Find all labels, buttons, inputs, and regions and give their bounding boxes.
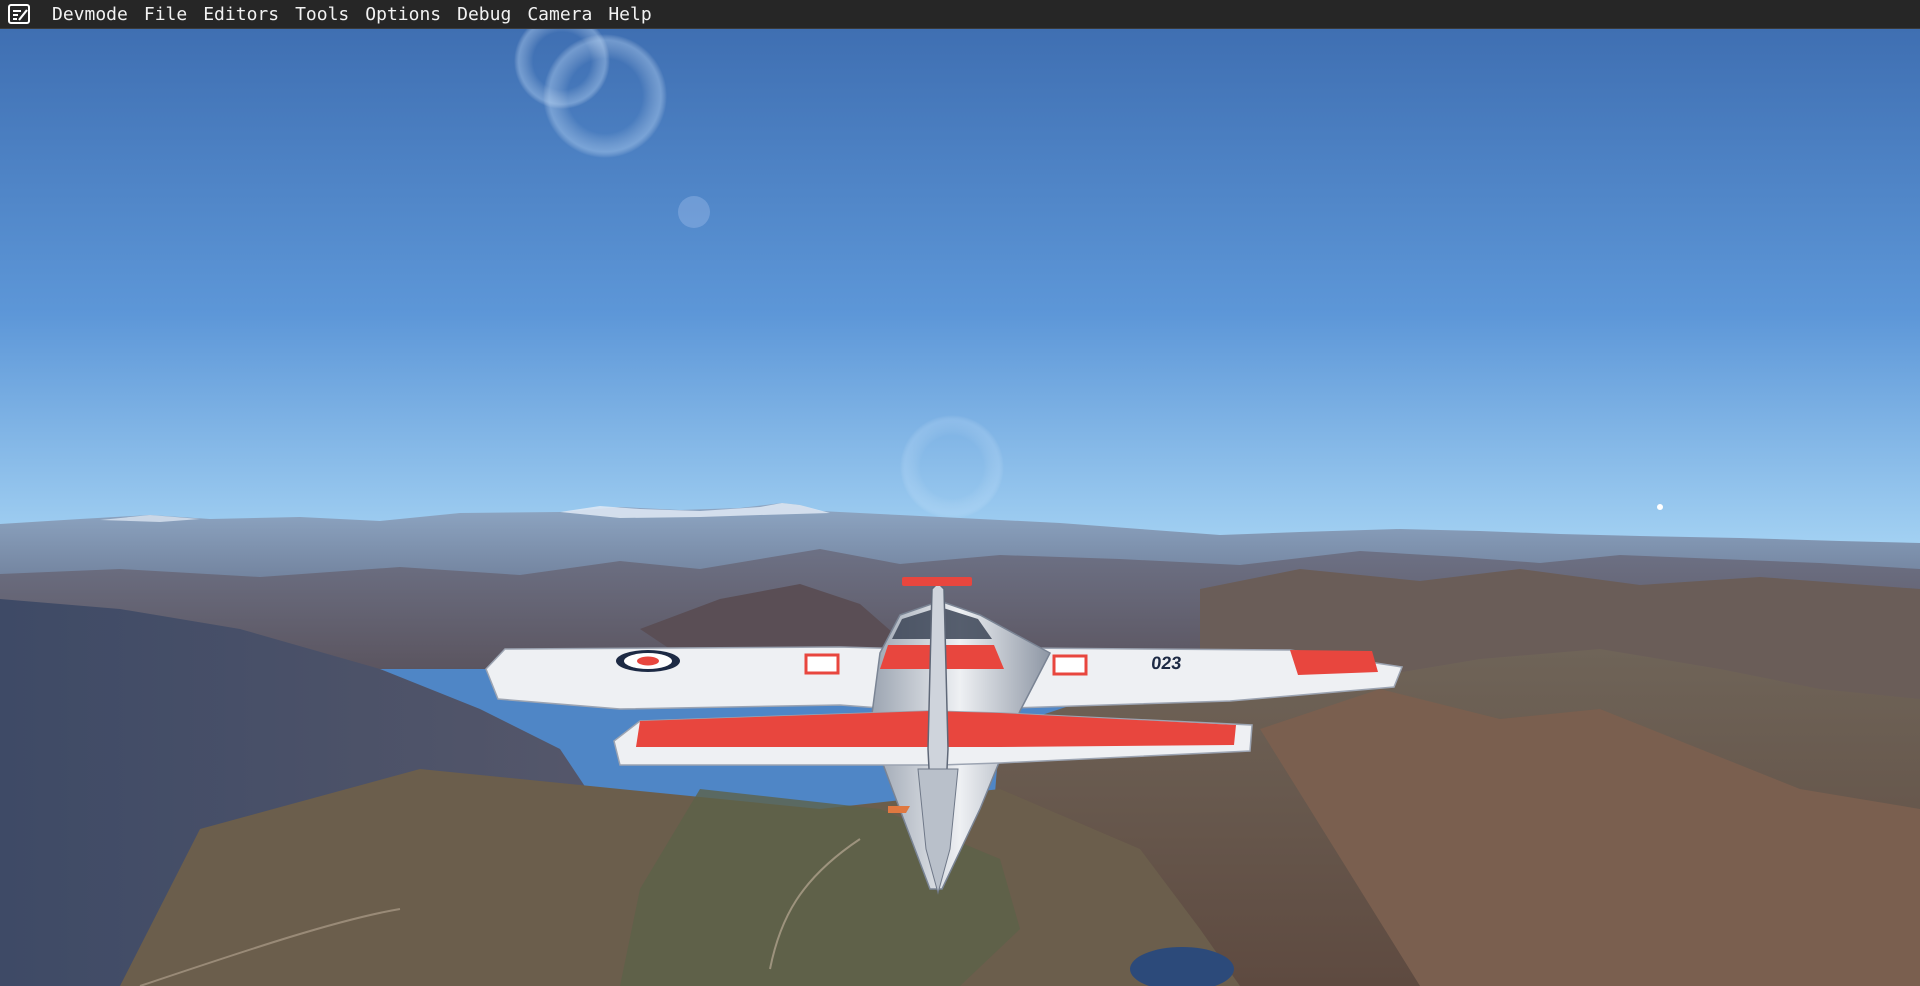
menu-tools[interactable]: Tools	[287, 0, 357, 29]
menu-file[interactable]: File	[136, 0, 195, 29]
vertical-fin	[927, 581, 949, 790]
flight-3d-viewport[interactable]: 023	[0, 29, 1920, 986]
devmode-menu-bar: Devmode File Editors Tools Options Debug…	[0, 0, 1920, 29]
distant-light	[1657, 504, 1663, 510]
menu-help[interactable]: Help	[600, 0, 659, 29]
devmode-notepad-icon[interactable]	[8, 0, 34, 29]
menu-options[interactable]: Options	[357, 0, 449, 29]
menu-devmode[interactable]: Devmode	[44, 0, 136, 29]
registration-marking: 023	[1150, 653, 1182, 673]
menu-editors[interactable]: Editors	[195, 0, 287, 29]
menu-debug[interactable]: Debug	[449, 0, 519, 29]
maple-leaf-roundel-icon	[616, 650, 680, 672]
menu-camera[interactable]: Camera	[519, 0, 600, 29]
